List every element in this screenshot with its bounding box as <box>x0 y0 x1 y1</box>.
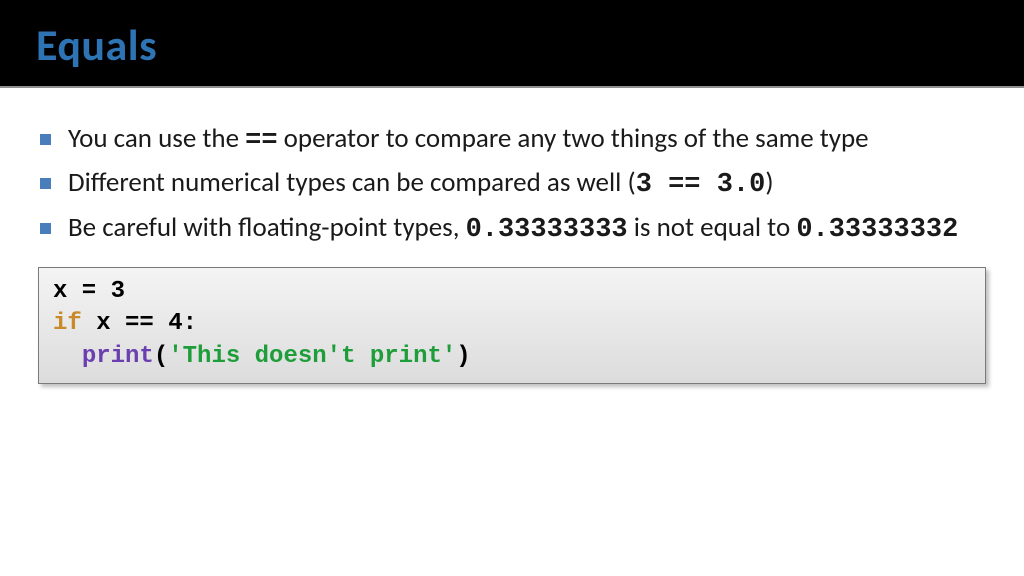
slide-body: You can use the == operator to compare a… <box>0 88 1024 384</box>
inline-code: 0.33333333 <box>466 215 628 245</box>
slide: Equals You can use the == operator to co… <box>0 0 1024 576</box>
code-text: ) <box>456 343 470 370</box>
code-text: x = 3 <box>53 278 125 305</box>
inline-code: 0.33333332 <box>796 215 958 245</box>
code-builtin: print <box>82 343 154 370</box>
inline-code: 3 == 3.0 <box>636 170 766 200</box>
code-keyword: if <box>53 310 82 337</box>
bullet-text: Different numerical types can be compare… <box>68 166 636 199</box>
bullet-item: Be careful with floating-point types, 0.… <box>36 209 988 249</box>
code-text: ( <box>154 343 168 370</box>
code-text: x == 4: <box>82 310 197 337</box>
bullet-list: You can use the == operator to compare a… <box>36 120 988 249</box>
bullet-text: is not equal to <box>628 211 797 244</box>
code-indent <box>53 343 82 370</box>
inline-code: == <box>245 126 277 156</box>
slide-title: Equals <box>36 18 988 72</box>
bullet-text: You can use the <box>68 122 245 155</box>
bullet-text: ) <box>765 166 773 199</box>
code-block: x = 3 if x == 4: print('This doesn't pri… <box>38 267 986 384</box>
bullet-text: Be careful with floating-point types, <box>68 211 466 244</box>
code-string: 'This doesn't print' <box>168 343 456 370</box>
bullet-item: You can use the == operator to compare a… <box>36 120 988 160</box>
bullet-text: operator to compare any two things of th… <box>278 122 869 155</box>
slide-header: Equals <box>0 0 1024 86</box>
bullet-item: Different numerical types can be compare… <box>36 164 988 204</box>
